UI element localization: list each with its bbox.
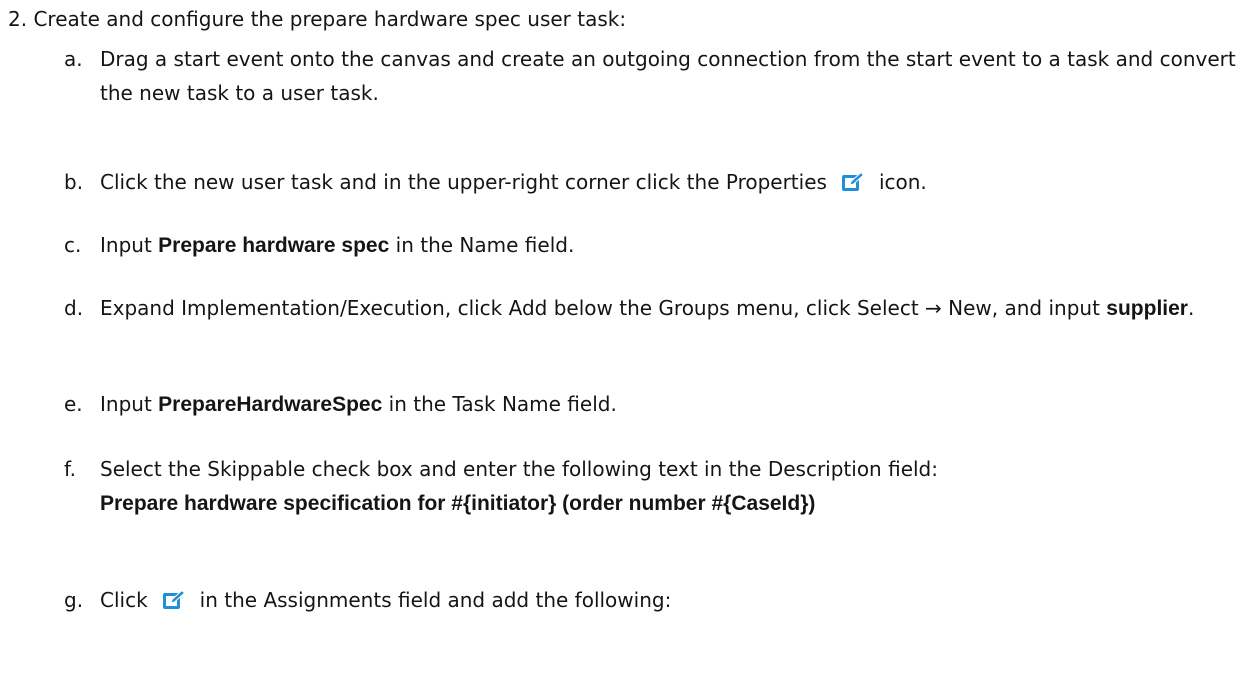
substep-text: Select the (100, 457, 208, 481)
substep-g: g. Click in the Assignments field and add… (64, 583, 1240, 617)
substep-text: Drag a start event onto the canvas and c… (100, 47, 1236, 105)
edit-icon (162, 589, 186, 611)
substep-text-end: . (1187, 296, 1195, 320)
description-value: Prepare hardware specification for #{ini… (100, 492, 816, 515)
properties-label: Properties (725, 170, 827, 194)
substep-b: b. Click the new user task and in the up… (64, 165, 1240, 199)
substep-marker: d. (64, 296, 84, 320)
substep-text-mid: in the (199, 588, 264, 612)
substep-text-mid: below the (547, 296, 659, 320)
substep-text-end: field: (881, 457, 938, 481)
substep-text: Expand (100, 296, 182, 320)
substep-marker: c. (64, 233, 82, 257)
select-new-label: Select → New (856, 296, 992, 320)
substep-text-mid: in the (389, 233, 460, 257)
step-heading: 2. Create and configure the prepare hard… (8, 6, 626, 32)
implementation-execution-label: Implementation/Execution (181, 296, 445, 320)
substep-e: e. Input PrepareHardwareSpec in the Task… (64, 387, 1240, 422)
substep-text-mid: check box and enter the following text i… (305, 457, 768, 481)
substep-a: a. Drag a start event onto the canvas an… (64, 42, 1240, 110)
substep-text-end: field and add the following: (391, 588, 672, 612)
substep-text: Input (100, 233, 159, 257)
field-name-label: Name (459, 233, 519, 257)
step-number: 2. (8, 7, 28, 31)
substep-text-mid: , and input (991, 296, 1107, 320)
substep-text-end: icon. (878, 170, 927, 194)
step-title: Create and configure the prepare hardwar… (33, 7, 627, 31)
substep-marker: a. (64, 47, 83, 71)
substep-marker: g. (64, 588, 84, 612)
substep-f: f. Select the Skippable check box and en… (64, 452, 1240, 521)
assignments-label: Assignments (263, 588, 392, 612)
substep-text-mid: , click (444, 296, 509, 320)
substep-text: Input (100, 392, 159, 416)
input-value: PrepareHardwareSpec (158, 393, 383, 416)
substep-marker: b. (64, 170, 84, 194)
add-label: Add (508, 296, 548, 320)
substep-text: Click (100, 588, 148, 612)
substep-text-mid: menu, click (729, 296, 857, 320)
substep-text-end: field. (518, 233, 575, 257)
substep-marker: f. (64, 457, 76, 481)
document-body: 2. Create and configure the prepare hard… (0, 0, 1250, 682)
substep-text-mid: in the (382, 392, 453, 416)
description-label: Description (767, 457, 882, 481)
substep-text: Click the new user task and in the upper… (100, 170, 726, 194)
edit-icon (841, 171, 865, 193)
substep-marker: e. (64, 392, 83, 416)
input-value: Prepare hardware spec (158, 234, 390, 257)
input-value: supplier (1106, 297, 1188, 320)
skippable-label: Skippable (207, 457, 306, 481)
groups-label: Groups (658, 296, 730, 320)
task-name-label: Task Name (452, 392, 561, 416)
substep-text-end: field. (560, 392, 617, 416)
substep-c: c. Input Prepare hardware spec in the Na… (64, 228, 1240, 263)
substep-d: d. Expand Implementation/Execution, clic… (64, 291, 1240, 326)
